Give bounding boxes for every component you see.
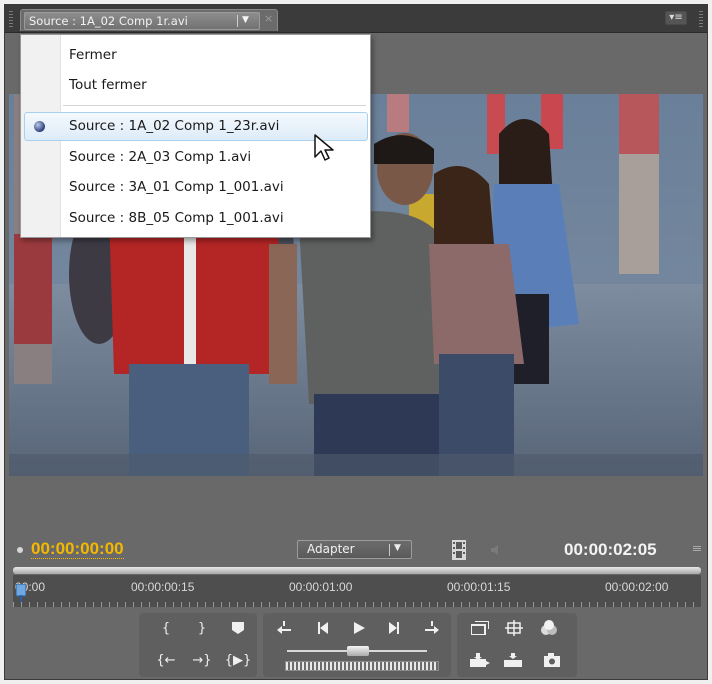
menu-item-source[interactable]: Source : 8B_05 Comp 1_001.avi <box>69 210 284 226</box>
play-in-to-out-button[interactable]: {▶} <box>223 649 253 671</box>
mouse-pointer-icon <box>314 134 334 161</box>
safe-margins-button[interactable] <box>469 617 491 639</box>
menu-item-source[interactable]: Source : 2A_03 Comp 1.avi <box>69 149 251 165</box>
step-back-button[interactable] <box>311 617 333 639</box>
panel-tab-bar: Source : 1A_02 Comp 1r.avi ▼ × ▾≡ <box>5 5 707 33</box>
grip-icon <box>693 546 701 552</box>
radio-selected-icon <box>34 121 45 132</box>
shuttle-handle[interactable] <box>347 646 369 656</box>
menu-item-close[interactable]: Fermer <box>69 47 117 63</box>
duration-timecode: 00:00:02:05 <box>564 540 657 559</box>
select-divider <box>389 544 390 556</box>
playhead-icon[interactable] <box>16 584 26 602</box>
go-to-next-edit-button[interactable] <box>421 617 443 639</box>
set-marker-button[interactable] <box>227 617 249 639</box>
timecode-indicator-icon <box>17 547 23 553</box>
export-frame-button[interactable] <box>541 649 563 671</box>
monitor-controls: 00:00:00:00 Adapter ▼ 00:00:02:05 00:00 … <box>5 525 707 680</box>
rgb-output-button[interactable] <box>539 617 561 639</box>
play-icon <box>354 622 365 634</box>
speaker-icon[interactable] <box>489 543 503 557</box>
panel-grip-right[interactable] <box>699 11 703 27</box>
ruler-label: 00:00:00:15 <box>131 580 195 594</box>
go-to-out-button[interactable]: →} <box>189 649 215 671</box>
mark-in-button[interactable]: { <box>155 617 177 639</box>
zoom-fit-select[interactable]: Adapter ▼ <box>297 540 412 559</box>
panel-grip-left[interactable] <box>9 11 13 27</box>
step-back-icon <box>318 622 328 634</box>
menu-item-close-all[interactable]: Tout fermer <box>69 77 147 93</box>
chevron-down-icon[interactable]: ▼ <box>242 15 249 25</box>
shuttle-slider[interactable] <box>287 646 427 656</box>
previous-edit-icon <box>277 621 291 634</box>
color-channels-icon <box>541 620 557 635</box>
transport-controls: { } {← →} {▶} <box>139 613 577 677</box>
menu-item-source[interactable]: Source : 3A_01 Comp 1_001.avi <box>69 179 284 195</box>
step-forward-button[interactable] <box>384 617 406 639</box>
menu-separator <box>63 105 366 106</box>
film-icon[interactable] <box>452 540 466 560</box>
insert-icon <box>470 653 490 667</box>
jog-wheel[interactable] <box>285 661 439 671</box>
chevron-down-icon: ▼ <box>394 543 401 553</box>
overwrite-icon <box>504 653 522 667</box>
marker-icon <box>232 622 244 634</box>
mark-out-button[interactable]: } <box>191 617 213 639</box>
go-to-in-button[interactable]: {← <box>153 649 179 671</box>
ruler-label: 00:00:01:00 <box>289 580 353 594</box>
insert-button[interactable] <box>469 649 491 671</box>
menu-item-source[interactable]: Source : 1A_02 Comp 1_23r.avi <box>69 118 279 134</box>
play-button[interactable] <box>348 617 370 639</box>
go-to-previous-edit-button[interactable] <box>273 617 295 639</box>
camera-icon <box>544 653 560 667</box>
source-clip-selector[interactable]: Source : 1A_02 Comp 1r.avi ▼ <box>24 12 260 30</box>
output-button[interactable] <box>503 617 525 639</box>
source-tab[interactable]: Source : 1A_02 Comp 1r.avi ▼ × <box>20 9 278 31</box>
step-forward-icon <box>389 622 399 634</box>
ruler-ticks <box>13 602 701 607</box>
panel-menu-button[interactable]: ▾≡ <box>665 11 687 25</box>
current-timecode[interactable]: 00:00:00:00 <box>31 540 124 559</box>
zoom-fit-label: Adapter <box>307 542 355 556</box>
safe-margins-icon <box>471 621 489 635</box>
overwrite-button[interactable] <box>503 649 525 671</box>
zoom-scroll-bar[interactable] <box>13 567 701 574</box>
ruler-label: 00:00:01:15 <box>447 580 511 594</box>
output-icon <box>505 620 523 636</box>
source-tab-label: Source : 1A_02 Comp 1r.avi <box>29 14 188 28</box>
time-ruler[interactable]: 00:00 00:00:00:15 00:00:01:00 00:00:01:1… <box>13 575 701 607</box>
tab-divider <box>237 15 238 27</box>
close-icon[interactable]: × <box>264 12 273 25</box>
ruler-label: 00:00:02:00 <box>605 580 669 594</box>
next-edit-icon <box>425 621 439 634</box>
